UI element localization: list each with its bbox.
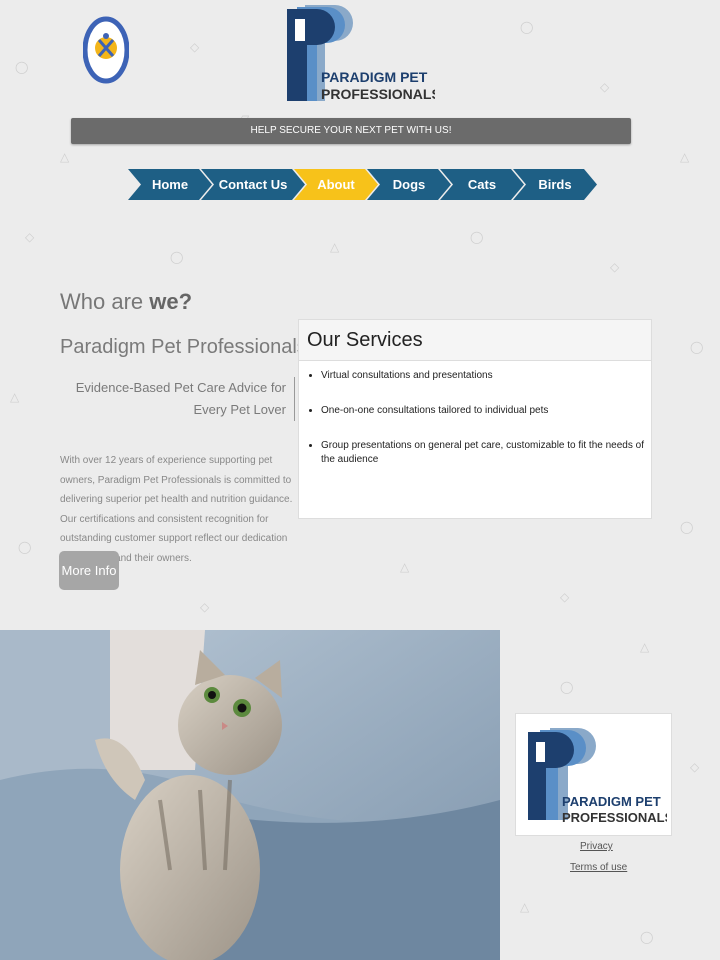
nav-about[interactable]: About (294, 169, 378, 200)
more-info-button[interactable]: More Info (59, 551, 119, 590)
nav-home[interactable]: Home (128, 169, 212, 200)
services-title: Our Services (299, 320, 651, 361)
service-item: Virtual consultations and presentations (321, 369, 651, 383)
footer-logo[interactable]: PARADIGM PET PROFESSIONALS (522, 722, 667, 830)
nav-cats[interactable]: Cats (440, 169, 524, 200)
site-logo[interactable]: PARADIGM PET PROFESSIONALS (285, 3, 441, 103)
about-heading-emphasis: we? (149, 289, 193, 314)
service-item: One-on-one consultations tailored to ind… (321, 404, 651, 418)
service-item: Group presentations on general pet care,… (321, 439, 651, 467)
about-heading: Who are we? (60, 289, 192, 315)
paw-dog-badge-icon[interactable] (82, 16, 130, 84)
privacy-link[interactable]: Privacy (580, 841, 613, 852)
svg-text:PROFESSIONALS: PROFESSIONALS (562, 810, 667, 825)
footer-logo-card: PARADIGM PET PROFESSIONALS (515, 713, 672, 836)
services-panel: Our Services Virtual consultations and p… (298, 319, 652, 519)
company-name: Paradigm Pet Professionals (60, 336, 307, 358)
services-list: Virtual consultations and presentations … (299, 361, 651, 467)
svg-text:PARADIGM PET: PARADIGM PET (562, 794, 661, 809)
kitten-photo (0, 630, 500, 960)
nav-birds[interactable]: Birds (513, 169, 597, 200)
about-heading-prefix: Who are (60, 289, 144, 314)
nav-contact-us[interactable]: Contact Us (201, 169, 305, 200)
svg-text:PARADIGM PET: PARADIGM PET (321, 69, 428, 85)
promo-banner: HELP SECURE YOUR NEXT PET WITH US! (71, 118, 631, 144)
nav-dogs[interactable]: Dogs (367, 169, 451, 200)
terms-link[interactable]: Terms of use (570, 862, 627, 873)
tagline-quote: Evidence-Based Pet Care Advice for Every… (62, 377, 295, 421)
svg-text:PROFESSIONALS: PROFESSIONALS (321, 86, 435, 102)
